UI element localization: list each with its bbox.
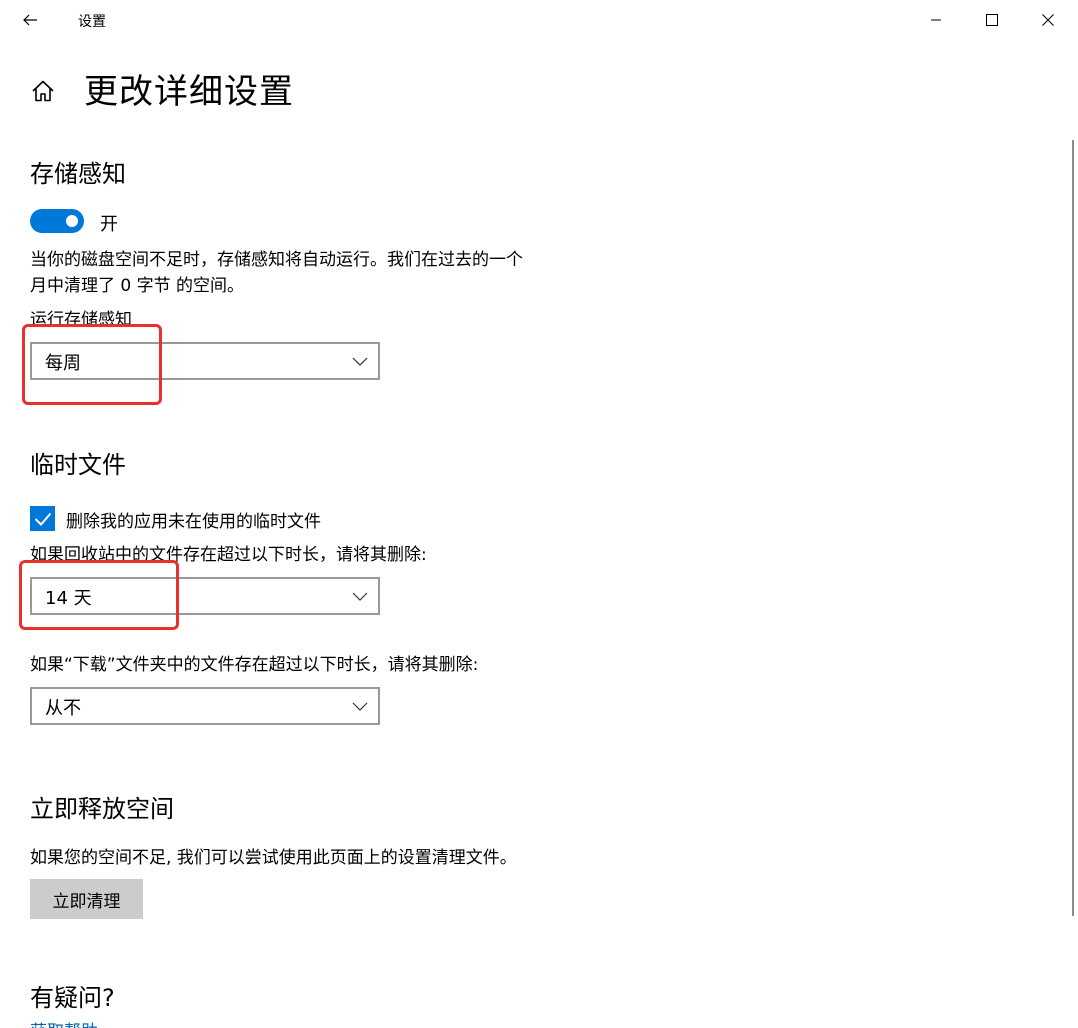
recycle-bin-label: 如果回收站中的文件存在超过以下时长，请将其删除: <box>30 545 427 565</box>
downloads-label: 如果“下载”文件夹中的文件存在超过以下时长，请将其删除: <box>30 655 479 675</box>
recycle-bin-dropdown[interactable]: 14 天 <box>30 577 380 615</box>
dropdown-value: 每周 <box>45 353 81 374</box>
run-storage-sense-label: 运行存储感知 <box>30 310 132 330</box>
toggle-knob <box>66 215 78 227</box>
dropdown-value: 14 天 <box>45 588 92 609</box>
storage-sense-toggle[interactable] <box>30 209 84 233</box>
clean-now-button[interactable]: 立即清理 <box>30 879 143 919</box>
home-icon <box>32 80 54 102</box>
chevron-down-icon <box>352 357 368 366</box>
chevron-down-icon <box>352 702 368 711</box>
dropdown-value: 从不 <box>45 698 81 719</box>
maximize-icon <box>986 14 998 26</box>
free-space-heading: 立即释放空间 <box>30 795 174 823</box>
scrollbar[interactable] <box>1072 140 1074 916</box>
questions-heading: 有疑问? <box>30 984 115 1012</box>
get-help-link[interactable]: 获取帮助 <box>30 1017 98 1028</box>
run-storage-sense-dropdown[interactable]: 每周 <box>30 342 380 380</box>
back-button[interactable] <box>14 4 46 36</box>
delete-temp-files-checkbox[interactable] <box>30 506 55 531</box>
app-title: 设置 <box>78 14 106 30</box>
close-icon <box>1042 14 1054 26</box>
arrow-left-icon <box>23 14 37 26</box>
free-space-description: 如果您的空间不足, 我们可以尝试使用此页面上的设置清理文件。 <box>30 848 517 868</box>
maximize-button[interactable] <box>964 0 1020 40</box>
toggle-state-label: 开 <box>100 214 118 235</box>
storage-sense-description-line2: 月中清理了 0 字节 的空间。 <box>30 276 245 296</box>
downloads-dropdown[interactable]: 从不 <box>30 687 380 725</box>
minimize-icon <box>931 19 941 21</box>
page-title: 更改详细设置 <box>84 72 294 112</box>
storage-sense-heading: 存储感知 <box>30 160 126 188</box>
delete-temp-files-label: 删除我的应用未在使用的临时文件 <box>66 512 321 532</box>
storage-sense-description-line1: 当你的磁盘空间不足时，存储感知将自动运行。我们在过去的一个 <box>30 250 523 270</box>
temp-files-heading: 临时文件 <box>30 451 126 479</box>
checkmark-icon <box>34 512 51 526</box>
settings-window: 设置 更改详细设置 存储感知 开 当你的磁盘空间不足时，存储感知将自动运行。我们… <box>0 0 1078 1028</box>
chevron-down-icon <box>352 592 368 601</box>
minimize-button[interactable] <box>908 0 964 40</box>
home-button[interactable] <box>30 78 56 104</box>
close-button[interactable] <box>1020 0 1076 40</box>
